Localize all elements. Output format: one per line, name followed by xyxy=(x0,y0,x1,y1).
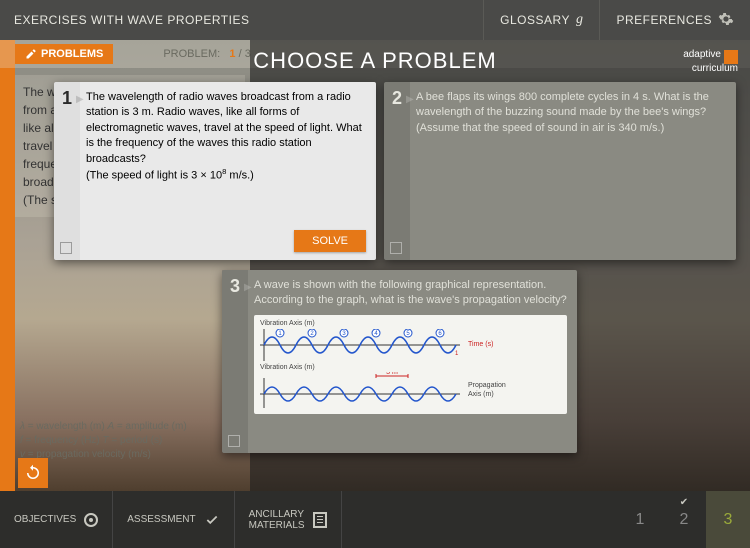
glossary-label: GLOSSARY xyxy=(500,13,570,27)
footer-step-nav: 1 ✔ 2 3 xyxy=(618,491,750,548)
card-number: 2 xyxy=(384,82,410,260)
page-title: EXERCISES WITH WAVE PROPERTIES xyxy=(0,13,483,27)
problem-cards-row: 1 ▶ The wavelength of radio waves broadc… xyxy=(54,82,740,260)
card-checkbox[interactable] xyxy=(60,242,72,254)
card-body: ▶ A bee flaps its wings 800 complete cyc… xyxy=(410,82,736,260)
chevron-right-icon: ▶ xyxy=(244,281,252,295)
step-2[interactable]: ✔ 2 xyxy=(662,491,706,548)
card-body: ▶ A wave is shown with the following gra… xyxy=(248,270,577,453)
brand-logo: adaptive curriculum xyxy=(683,50,738,74)
problem-card-1[interactable]: 1 ▶ The wavelength of radio waves broadc… xyxy=(54,82,376,260)
assessment-button[interactable]: ASSESSMENT xyxy=(113,491,233,548)
objectives-button[interactable]: OBJECTIVES xyxy=(0,491,112,548)
glossary-icon: g xyxy=(576,12,584,28)
wave-propagation-graph: 3 m xyxy=(260,372,460,408)
ancillary-label: ANCILLARYMATERIALS xyxy=(249,509,305,531)
svg-text:3 m: 3 m xyxy=(386,372,398,376)
card-number: 3 xyxy=(222,270,248,453)
preferences-button[interactable]: PREFERENCES xyxy=(600,0,750,40)
choose-problem-title: CHOOSE A PROBLEM xyxy=(0,48,750,74)
chevron-right-icon: ▶ xyxy=(76,93,84,107)
ancillary-button[interactable]: ANCILLARYMATERIALS xyxy=(235,491,341,548)
solve-button[interactable]: SOLVE xyxy=(294,230,366,252)
card-checkbox[interactable] xyxy=(390,242,402,254)
refresh-button[interactable] xyxy=(18,458,48,488)
objectives-label: OBJECTIVES xyxy=(14,514,76,525)
card-checkbox[interactable] xyxy=(228,435,240,447)
problem-card-2[interactable]: 2 ▶ A bee flaps its wings 800 complete c… xyxy=(384,82,736,260)
preferences-label: PREFERENCES xyxy=(616,13,712,27)
svg-text:1: 1 xyxy=(455,351,459,357)
card-number: 1 xyxy=(54,82,80,260)
step-3[interactable]: 3 xyxy=(706,491,750,548)
footer-nav: OBJECTIVES ASSESSMENT ANCILLARYMATERIALS… xyxy=(0,491,750,548)
wave-time-graph: 1 2 3 4 5 6 1 xyxy=(260,329,460,361)
wave-graph: Vibration Axis (m) 1 2 3 4 5 6 1 xyxy=(254,315,567,415)
step-1[interactable]: 1 xyxy=(618,491,662,548)
gear-icon xyxy=(718,11,734,30)
target-icon xyxy=(84,513,98,527)
divider xyxy=(341,491,342,548)
problem-card-3[interactable]: 3 ▶ A wave is shown with the following g… xyxy=(222,270,577,453)
app-header: EXERCISES WITH WAVE PROPERTIES GLOSSARY … xyxy=(0,0,750,40)
brand-icon xyxy=(724,50,738,64)
refresh-icon xyxy=(24,464,42,482)
check-icon xyxy=(204,513,220,527)
check-icon: ✔ xyxy=(680,497,688,508)
glossary-button[interactable]: GLOSSARY g xyxy=(484,0,599,40)
chevron-right-icon: ▶ xyxy=(406,93,414,107)
document-icon xyxy=(313,512,327,528)
assessment-label: ASSESSMENT xyxy=(127,514,195,525)
formula-legend: λ = wavelength (m) A = amplitude (m) f =… xyxy=(20,420,187,462)
